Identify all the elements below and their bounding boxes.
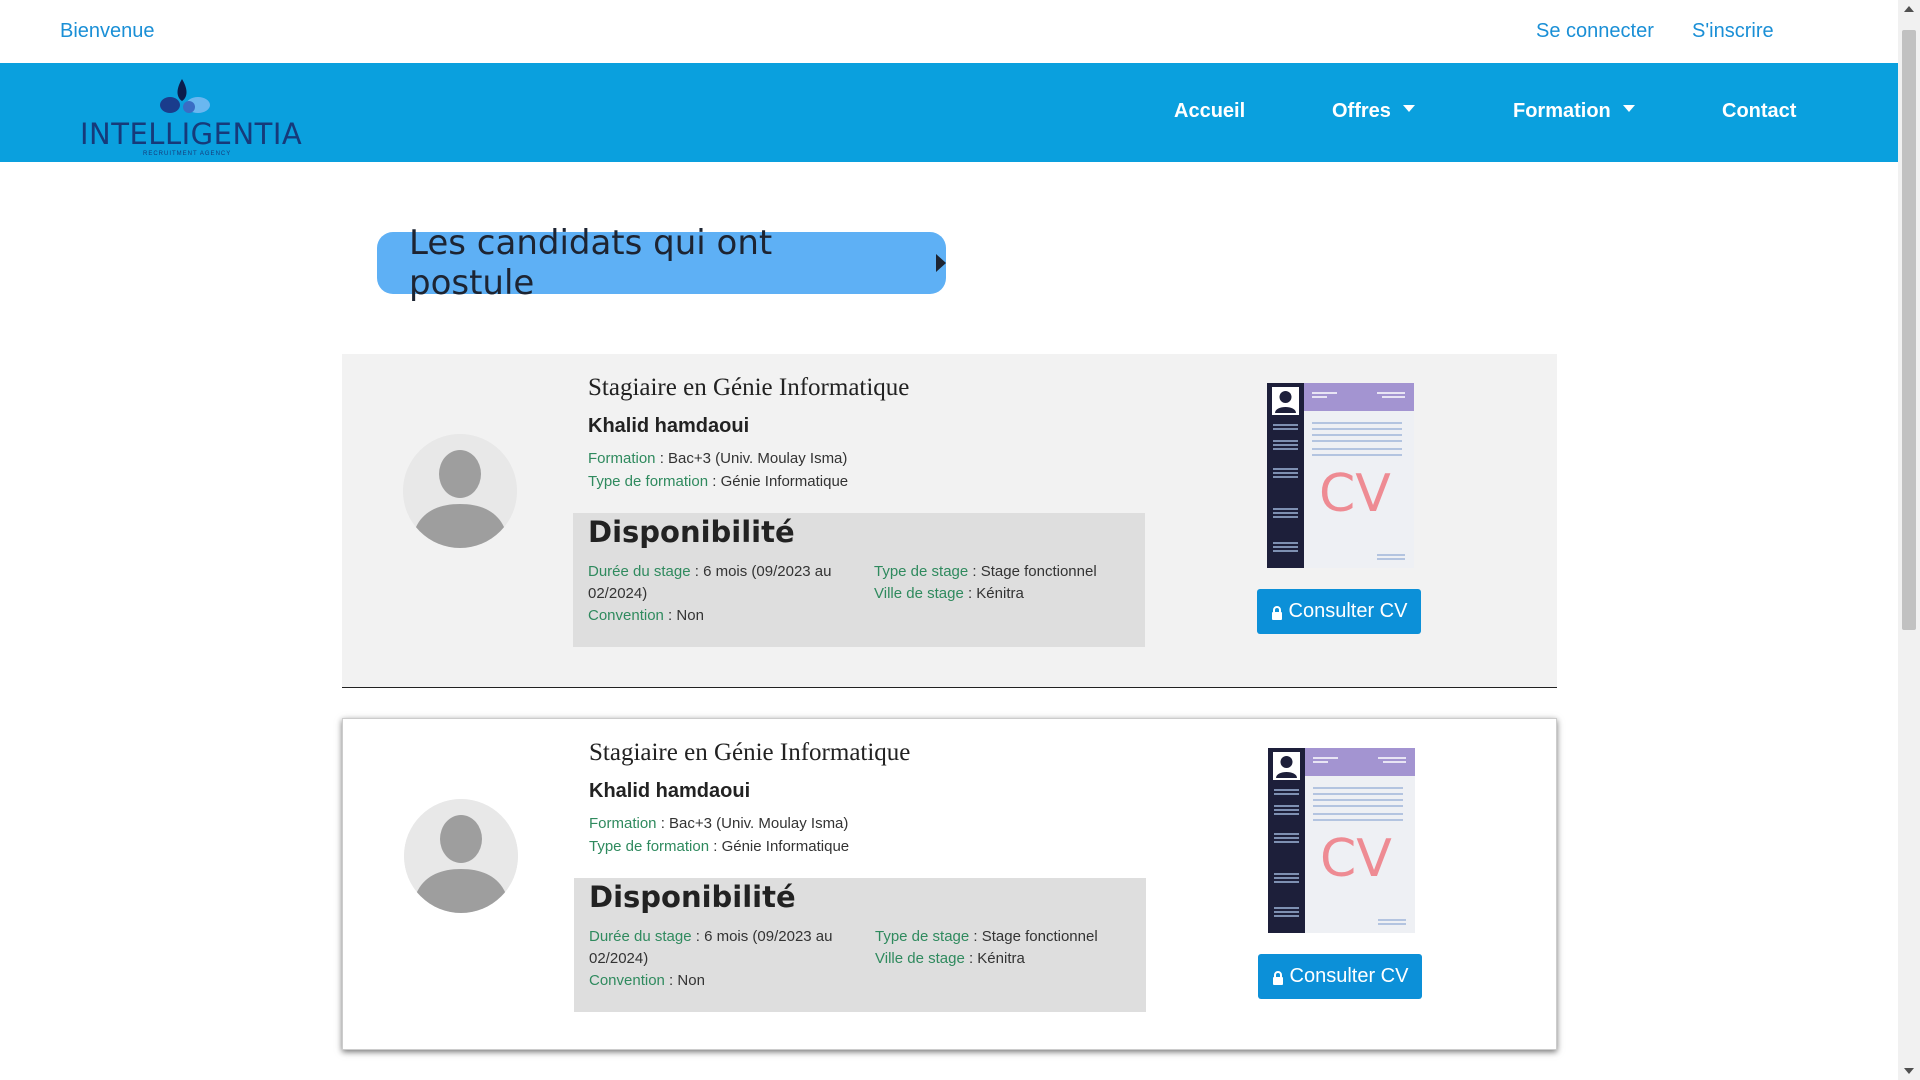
type-formation-line: Type de formation : Génie Informatique xyxy=(589,838,849,855)
type-stage-label: Type de stage xyxy=(875,928,970,945)
nav-contact-label: Contact xyxy=(1722,100,1797,122)
caret-down-icon xyxy=(1402,105,1415,113)
cv-document-icon: CV xyxy=(1268,748,1415,933)
candidate-card: Stagiaire en Génie Informatique Khalid h… xyxy=(342,718,1557,1050)
ville-value: : Kénitra xyxy=(964,950,1025,967)
duree-label: Durée du stage xyxy=(588,563,691,580)
lock-icon xyxy=(1271,605,1282,620)
avatar xyxy=(404,799,518,913)
duree-line: Durée du stage : 6 mois (09/2023 au 02/2… xyxy=(589,926,859,970)
type-formation-value: : Génie Informatique xyxy=(709,838,850,855)
candidate-name: Khalid hamdaoui xyxy=(588,415,750,437)
formation-line: Formation : Bac+3 (Univ. Moulay Isma) xyxy=(589,815,848,832)
formation-value: : Bac+3 (Univ. Moulay Isma) xyxy=(656,815,849,832)
logo-mark-icon xyxy=(160,79,210,113)
convention-label: Convention xyxy=(589,972,665,989)
type-stage-line: Type de stage : Stage fonctionnel xyxy=(874,561,1134,583)
consult-cv-label: Consulter CV xyxy=(1288,600,1408,622)
logo-subtitle: RECRUITMENT AGENCY xyxy=(143,151,232,157)
type-stage-value: : Stage fonctionnel xyxy=(969,928,1098,945)
formation-value: : Bac+3 (Univ. Moulay Isma) xyxy=(655,450,848,467)
availability-box: Disponibilité Durée du stage : 6 mois (0… xyxy=(573,513,1145,647)
welcome-link[interactable]: Bienvenue xyxy=(60,20,155,43)
type-stage-label: Type de stage xyxy=(874,563,969,580)
type-formation-label: Type de formation xyxy=(589,838,710,855)
availability-left: Durée du stage : 6 mois (09/2023 au 02/2… xyxy=(588,561,858,627)
nav-offres-dropdown[interactable]: Offres xyxy=(1332,100,1415,123)
nav-accueil-label: Accueil xyxy=(1174,100,1246,122)
availability-right: Type de stage : Stage fonctionnel Ville … xyxy=(874,561,1134,605)
page: Bienvenue Se connecter S'inscrire INTELL… xyxy=(0,0,1920,1080)
convention-line: Convention : Non xyxy=(589,970,859,992)
formation-line: Formation : Bac+3 (Univ. Moulay Isma) xyxy=(588,450,847,467)
availability-title: Disponibilité xyxy=(588,515,795,549)
job-title: Stagiaire en Génie Informatique xyxy=(589,739,911,766)
nav-offres-label: Offres xyxy=(1332,100,1391,122)
logo[interactable]: INTELLIGENTIA RECRUITMENT AGENCY xyxy=(80,75,303,157)
lock-icon xyxy=(1272,970,1283,985)
availability-right: Type de stage : Stage fonctionnel Ville … xyxy=(875,926,1135,970)
nav-formation-label: Formation xyxy=(1513,100,1611,122)
scroll-down-arrow-icon[interactable] xyxy=(1904,1068,1914,1074)
signup-link[interactable]: S'inscrire xyxy=(1692,20,1774,43)
top-bar: Bienvenue Se connecter S'inscrire xyxy=(0,0,1898,63)
consult-cv-button[interactable]: Consulter CV xyxy=(1258,954,1422,999)
availability-title: Disponibilité xyxy=(589,880,796,914)
formation-label: Formation xyxy=(588,450,656,467)
convention-label: Convention xyxy=(588,607,664,624)
main-navbar: INTELLIGENTIA RECRUITMENT AGENCY Accueil… xyxy=(0,63,1898,162)
nav-accueil[interactable]: Accueil xyxy=(1174,100,1245,123)
logo-name: INTELLIGENTIA xyxy=(80,117,303,151)
page-heading-text: Les candidats qui ont postule xyxy=(409,223,773,303)
type-stage-line: Type de stage : Stage fonctionnel xyxy=(875,926,1135,948)
convention-line: Convention : Non xyxy=(588,605,858,627)
candidate-card: Stagiaire en Génie Informatique Khalid h… xyxy=(342,354,1557,688)
convention-value: : Non xyxy=(664,972,705,989)
user-silhouette-icon xyxy=(404,799,518,913)
nav-formation-dropdown[interactable]: Formation xyxy=(1513,100,1635,123)
availability-left: Durée du stage : 6 mois (09/2023 au 02/2… xyxy=(589,926,859,992)
page-heading[interactable]: Les candidats qui ont postule xyxy=(377,223,946,303)
duree-label: Durée du stage xyxy=(589,928,692,945)
login-link[interactable]: Se connecter xyxy=(1536,20,1654,43)
formation-label: Formation xyxy=(589,815,657,832)
cv-text: CV xyxy=(1320,829,1392,889)
avatar xyxy=(403,434,517,548)
ville-label: Ville de stage xyxy=(874,585,964,602)
duree-line: Durée du stage : 6 mois (09/2023 au 02/2… xyxy=(588,561,858,605)
ville-line: Ville de stage : Kénitra xyxy=(874,583,1134,605)
nav-contact[interactable]: Contact xyxy=(1722,100,1796,123)
cv-document-icon: CV xyxy=(1267,383,1414,568)
consult-cv-button[interactable]: Consulter CV xyxy=(1257,589,1421,634)
job-title: Stagiaire en Génie Informatique xyxy=(588,374,910,401)
ville-label: Ville de stage xyxy=(875,950,965,967)
ville-line: Ville de stage : Kénitra xyxy=(875,948,1135,970)
candidate-name: Khalid hamdaoui xyxy=(589,780,751,802)
cv-text: CV xyxy=(1319,464,1391,524)
convention-value: : Non xyxy=(663,607,704,624)
type-formation-line: Type de formation : Génie Informatique xyxy=(588,473,848,490)
user-silhouette-icon xyxy=(403,434,517,548)
availability-box: Disponibilité Durée du stage : 6 mois (0… xyxy=(574,878,1146,1012)
consult-cv-label: Consulter CV xyxy=(1289,965,1409,987)
vertical-scrollbar[interactable] xyxy=(1898,0,1920,1080)
type-formation-label: Type de formation xyxy=(588,473,709,490)
scroll-up-arrow-icon[interactable] xyxy=(1904,6,1914,12)
scrollbar-thumb[interactable] xyxy=(1902,30,1916,630)
caret-right-icon xyxy=(936,254,946,272)
type-stage-value: : Stage fonctionnel xyxy=(968,563,1097,580)
ville-value: : Kénitra xyxy=(963,585,1024,602)
type-formation-value: : Génie Informatique xyxy=(708,473,849,490)
caret-down-icon xyxy=(1622,105,1635,113)
